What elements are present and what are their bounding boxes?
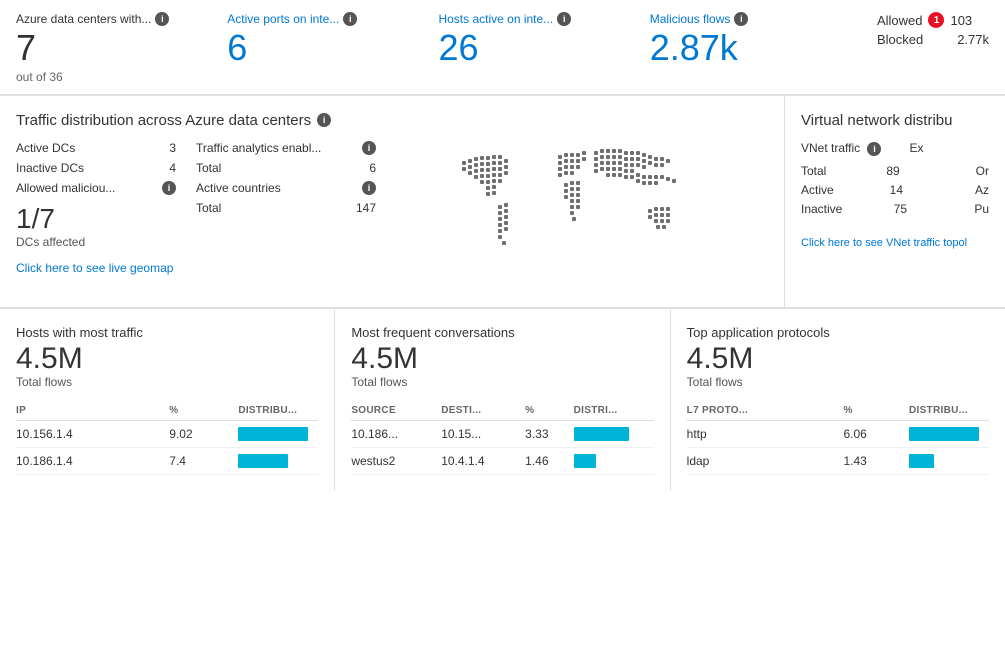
traffic-distribution-panel: Traffic distribution across Azure data c… [0, 96, 785, 307]
app-protocols-total: 4.5M [687, 342, 989, 375]
traffic-stats-col: Active DCs 3 Inactive DCs 4 Allowed mali… [16, 141, 176, 291]
conv-col-pct: % [525, 399, 574, 421]
analytics-total-row: Total 6 [196, 161, 376, 175]
table-row: westus2 10.4.1.4 1.46 [351, 447, 653, 474]
app-protocols-title: Top application protocols [687, 325, 989, 340]
allowed-blocked-panel: Allowed 1 103 Blocked 2.77k [861, 12, 989, 51]
active-countries-total-row: Total 147 [196, 201, 376, 215]
azure-dc-value: 7 [16, 28, 203, 68]
vnet-rows: Total89Or Active14Az Inactive75Pu [801, 164, 989, 216]
allowed-row: Allowed 1 103 [877, 12, 989, 28]
malicious-flows-value: 2.87k [650, 28, 837, 68]
active-ports-info-icon[interactable]: i [343, 12, 357, 26]
vnet-distribution-title: Virtual network distribu [801, 112, 989, 129]
table-row: http 6.06 [687, 420, 989, 447]
world-map-col [396, 141, 768, 291]
conv-col-dest: DESTI... [441, 399, 525, 421]
blocked-count: 2.77k [957, 32, 989, 47]
app-tbody: http 6.06 ldap 1.43 [687, 420, 989, 474]
blocked-row: Blocked 2.77k [877, 32, 989, 47]
conversations-panel: Most frequent conversations 4.5M Total f… [335, 309, 670, 491]
azure-dc-info-icon[interactable]: i [155, 12, 169, 26]
allowed-badge: 1 [928, 12, 944, 28]
malicious-flows-label[interactable]: Malicious flows i [650, 12, 830, 26]
app-col-proto: L7 PROTO... [687, 399, 844, 421]
traffic-distribution-info-icon[interactable]: i [317, 113, 331, 127]
app-protocols-flows-label: Total flows [687, 375, 989, 389]
geomap-link[interactable]: Click here to see live geomap [16, 261, 173, 275]
app-col-distrib: DISTRIBU... [909, 399, 989, 421]
vnet-traffic-label: VNet traffic i [801, 141, 881, 156]
active-countries-info-icon[interactable]: i [362, 181, 376, 195]
active-ports-label[interactable]: Active ports on inte... i [227, 12, 407, 26]
hosts-tbody: 10.156.1.4 9.02 10.186.1.4 7.4 [16, 420, 318, 474]
active-countries-label-row: Active countries i [196, 181, 376, 195]
vnet-row: Active14Az [801, 183, 989, 197]
allowed-malicious-row: Allowed maliciou... i [16, 181, 176, 195]
conversations-title: Most frequent conversations [351, 325, 653, 340]
app-protocols-table: L7 PROTO... % DISTRIBU... http 6.06 ldap… [687, 399, 989, 475]
table-row: 10.186.1.4 7.4 [16, 447, 318, 474]
analytics-info-icon[interactable]: i [362, 141, 376, 155]
hosts-traffic-table: IP % DISTRIBU... 10.156.1.4 9.02 10.186.… [16, 399, 318, 475]
analytics-label-row: Traffic analytics enabl... i [196, 141, 376, 155]
traffic-distribution-content: Active DCs 3 Inactive DCs 4 Allowed mali… [16, 141, 768, 291]
hosts-active-label[interactable]: Hosts active on inte... i [438, 12, 618, 26]
malicious-flows-info-icon[interactable]: i [734, 12, 748, 26]
vnet-distribution-panel: Virtual network distribu VNet traffic i … [785, 96, 1005, 307]
hosts-active-value: 26 [438, 28, 625, 68]
azure-dc-metric: Azure data centers with... i 7 out of 36 [16, 12, 227, 84]
conversations-total: 4.5M [351, 342, 653, 375]
hosts-traffic-flows-label: Total flows [16, 375, 318, 389]
active-dcs-row: Active DCs 3 [16, 141, 176, 155]
world-map-svg [442, 141, 722, 291]
hosts-col-pct: % [169, 399, 238, 421]
hosts-active-metric: Hosts active on inte... i 26 [438, 12, 649, 68]
table-row: ldap 1.43 [687, 447, 989, 474]
vnet-row: Total89Or [801, 164, 989, 178]
conv-col-source: SOURCE [351, 399, 441, 421]
fraction-sub: DCs affected [16, 235, 176, 249]
hosts-traffic-title: Hosts with most traffic [16, 325, 318, 340]
app-col-pct: % [843, 399, 909, 421]
inactive-dcs-row: Inactive DCs 4 [16, 161, 176, 175]
blocked-label: Blocked [877, 32, 923, 47]
vnet-info-icon[interactable]: i [867, 142, 881, 156]
hosts-active-info-icon[interactable]: i [557, 12, 571, 26]
table-row: 10.186... 10.15... 3.33 [351, 420, 653, 447]
hosts-traffic-panel: Hosts with most traffic 4.5M Total flows… [0, 309, 335, 491]
active-ports-value: 6 [227, 28, 414, 68]
vnet-link[interactable]: Click here to see VNet traffic topol [801, 237, 967, 249]
azure-dc-sub: out of 36 [16, 70, 203, 84]
analytics-col: Traffic analytics enabl... i Total 6 Act… [196, 141, 376, 291]
allowed-label: Allowed [877, 13, 923, 28]
main-panels: Traffic distribution across Azure data c… [0, 96, 1005, 308]
allowed-malicious-info-icon[interactable]: i [162, 181, 176, 195]
vnet-col2-label: Ex [909, 141, 923, 156]
vnet-row: Inactive75Pu [801, 202, 989, 216]
app-protocols-panel: Top application protocols 4.5M Total flo… [671, 309, 1005, 491]
conv-tbody: 10.186... 10.15... 3.33 westus2 10.4.1.4… [351, 420, 653, 474]
hosts-col-distrib: DISTRIBU... [238, 399, 318, 421]
allowed-count: 103 [950, 13, 972, 28]
hosts-col-ip: IP [16, 399, 169, 421]
hosts-traffic-total: 4.5M [16, 342, 318, 375]
malicious-flows-metric: Malicious flows i 2.87k [650, 12, 861, 68]
bottom-section: Hosts with most traffic 4.5M Total flows… [0, 309, 1005, 491]
traffic-distribution-title: Traffic distribution across Azure data c… [16, 112, 768, 129]
top-metrics-bar: Azure data centers with... i 7 out of 36… [0, 0, 1005, 95]
table-row: 10.156.1.4 9.02 [16, 420, 318, 447]
active-ports-metric: Active ports on inte... i 6 [227, 12, 438, 68]
azure-dc-label[interactable]: Azure data centers with... i [16, 12, 196, 26]
conv-col-distrib: DISTRI... [574, 399, 654, 421]
conversations-table: SOURCE DESTI... % DISTRI... 10.186... 10… [351, 399, 653, 475]
fraction-display: 1/7 [16, 205, 176, 233]
conversations-flows-label: Total flows [351, 375, 653, 389]
